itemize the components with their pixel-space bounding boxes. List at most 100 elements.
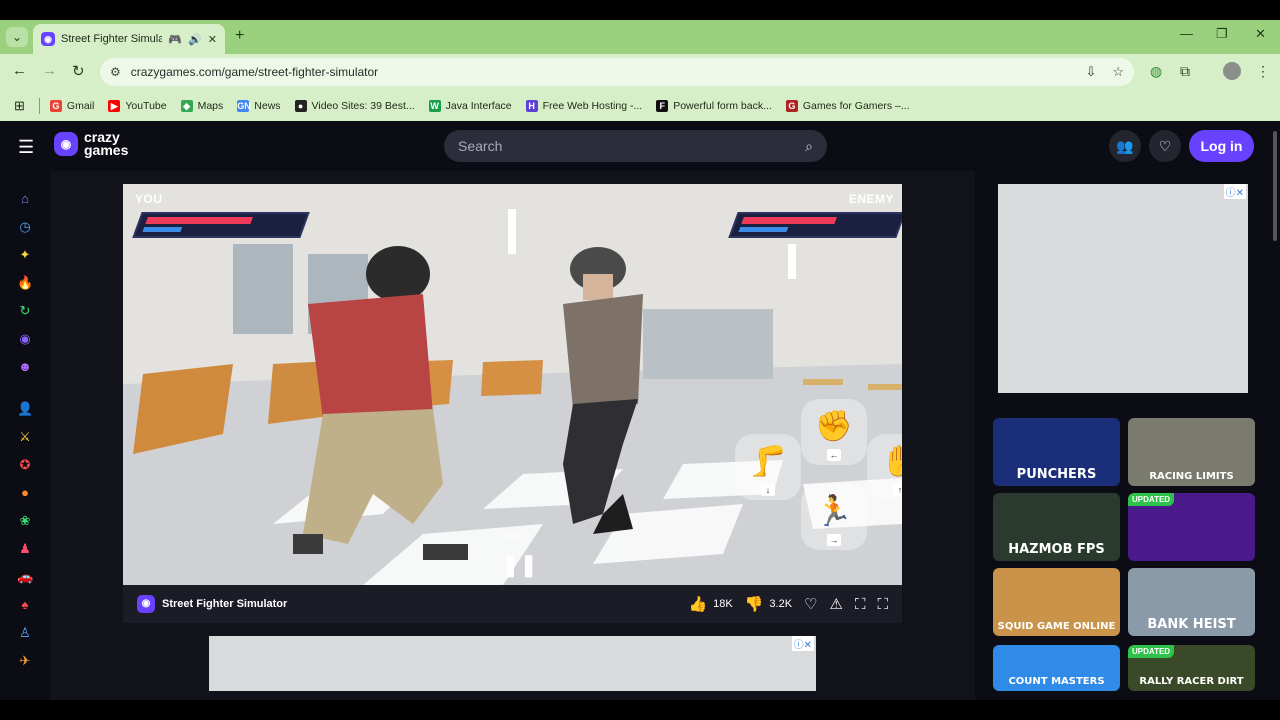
game-title: Street Fighter Simulator xyxy=(162,598,288,610)
bookmark-favicon-icon: ▶ xyxy=(108,99,121,112)
bookmark-item[interactable]: G Gmail xyxy=(49,99,94,112)
minimize-icon[interactable]: — xyxy=(1180,26,1193,41)
close-window-icon[interactable]: ✕ xyxy=(1255,26,1266,42)
game-canvas[interactable]: YOU ENEMY 🦵 ↓ ✊ ← ✋ ↑ 🏃 → TAB ❚❚ xyxy=(123,184,902,585)
player-health-fill xyxy=(145,217,253,224)
apps-grid-icon[interactable]: ⊞ xyxy=(14,98,25,114)
bookmark-favicon-icon: G xyxy=(49,99,62,112)
thumbnail-title: RACING LIMITS xyxy=(1149,471,1234,482)
new-sparkle-icon[interactable]: ✦ xyxy=(17,247,33,263)
car-icon[interactable]: 🚗 xyxy=(17,569,33,585)
recent-clock-icon[interactable]: ◷ xyxy=(17,219,33,235)
thumbnail-title: SQUID GAME ONLINE xyxy=(997,621,1116,632)
fullscreen-icon[interactable]: ⛶ xyxy=(877,596,888,613)
bookmark-item[interactable]: ◆ Maps xyxy=(180,99,224,112)
kick-control-button[interactable]: 🦵 ↓ xyxy=(735,434,801,500)
report-icon[interactable]: ⚠ xyxy=(830,595,843,613)
two-player-icon[interactable]: 👤 xyxy=(17,401,33,417)
thumbnail-title: BANK HEIST xyxy=(1147,617,1236,632)
logo-text-games: games xyxy=(84,142,129,158)
crazygames-logo[interactable]: ◉ crazy games xyxy=(54,130,129,158)
game-thumbnail[interactable]: UPDATED RALLY RACER DIRT xyxy=(1128,645,1255,691)
tab-search-menu-button[interactable]: ⌄ xyxy=(6,27,28,47)
menu-hamburger-icon[interactable]: ☰ xyxy=(18,137,34,158)
casual-icon[interactable]: ♙ xyxy=(17,625,33,641)
trending-fire-icon[interactable]: 🔥 xyxy=(17,275,33,291)
bookmark-item[interactable]: GN News xyxy=(237,99,281,112)
beauty-icon[interactable]: ❀ xyxy=(17,513,33,529)
ad-choices-icon[interactable]: ⓘ✕ xyxy=(791,636,814,651)
game-thumbnail[interactable]: PUNCHERS xyxy=(993,418,1120,486)
bottom-advertisement[interactable]: ⓘ✕ xyxy=(209,636,816,691)
search-icon[interactable]: ⌕ xyxy=(805,138,813,155)
dodge-control-button[interactable]: 🏃 → xyxy=(801,484,867,550)
game-thumbnail[interactable]: COUNT MASTERS xyxy=(993,645,1120,691)
game-thumbnail[interactable]: BANK HEIST xyxy=(1128,568,1255,636)
login-button[interactable]: Log in xyxy=(1189,130,1254,162)
restore-icon[interactable]: ❐ xyxy=(1216,26,1228,42)
home-icon[interactable]: ⌂ xyxy=(17,191,33,207)
extension-icon[interactable]: ◍ xyxy=(1150,63,1162,80)
profile-avatar[interactable] xyxy=(1223,62,1241,80)
favorite-heart-icon[interactable]: ♡ xyxy=(804,595,817,613)
crazygames-favicon-icon: ◉ xyxy=(41,32,55,46)
multiplayer-icon[interactable]: ☻ xyxy=(17,359,33,375)
bookmark-item[interactable]: ▶ YouTube xyxy=(108,99,167,112)
browser-chrome: ⌄ ◉ Street Fighter Simulator 🎮 🔊 ✕ + — ❐… xyxy=(0,20,1280,121)
shooting-icon[interactable]: ✈ xyxy=(17,653,33,669)
dislike-button[interactable]: 👎 3.2K xyxy=(745,595,792,613)
crazygames-page: ☰ ◉ crazy games Search ⌕ 👥 ♡ Log in ⌂ ◷ ✦… xyxy=(0,121,1280,700)
bike-icon[interactable]: ♟ xyxy=(17,541,33,557)
bookmark-item[interactable]: ● Video Sites: 39 Best... xyxy=(294,99,415,112)
bookmarks-divider xyxy=(38,97,40,114)
action-sword-icon[interactable]: ⚔ xyxy=(17,429,33,445)
like-button[interactable]: 👍 18K xyxy=(688,595,732,613)
right-advertisement[interactable]: ⓘ✕ xyxy=(998,184,1248,393)
scrollbar-thumb[interactable] xyxy=(1273,131,1277,241)
basketball-icon[interactable]: ● xyxy=(17,485,33,501)
grab-control-button[interactable]: ✋ ↑ xyxy=(867,434,902,500)
back-icon[interactable]: ← xyxy=(12,62,27,79)
punch-control-button[interactable]: ✊ ← xyxy=(801,399,867,465)
bookmark-item[interactable]: H Free Web Hosting -... xyxy=(525,99,642,112)
enemy-health-bar xyxy=(728,212,902,238)
reload-icon[interactable]: ↻ xyxy=(72,62,85,80)
new-tab-button[interactable]: + xyxy=(235,27,244,45)
address-bar[interactable]: ⚙ crazygames.com/game/street-fighter-sim… xyxy=(100,58,1134,86)
bookmark-item[interactable]: F Powerful form back... xyxy=(656,99,772,112)
page-scrollbar[interactable] xyxy=(1270,121,1280,700)
bookmark-star-icon[interactable]: ☆ xyxy=(1112,64,1124,80)
bookmark-label: YouTube xyxy=(125,99,167,112)
bookmark-label: Maps xyxy=(197,99,224,112)
pause-icon[interactable]: ❚❚ xyxy=(501,552,538,578)
dislike-count: 3.2K xyxy=(769,598,793,610)
card-icon[interactable]: ♠ xyxy=(17,597,33,613)
updated-refresh-icon[interactable]: ↻ xyxy=(17,303,33,319)
friends-icon[interactable]: 👥 xyxy=(1109,130,1141,162)
extensions-puzzle-icon[interactable]: ⧉ xyxy=(1180,63,1190,80)
adventure-compass-icon[interactable]: ✪ xyxy=(17,457,33,473)
browser-tab-active[interactable]: ◉ Street Fighter Simulator 🎮 🔊 ✕ xyxy=(33,24,225,54)
search-input[interactable]: Search ⌕ xyxy=(444,130,827,162)
originals-icon[interactable]: ◉ xyxy=(17,331,33,347)
game-thumbnail[interactable]: SQUID GAME ONLINE xyxy=(993,568,1120,636)
ad-choices-right-icon[interactable]: ⓘ✕ xyxy=(1223,184,1246,199)
game-thumbnail[interactable]: RACING LIMITS xyxy=(1128,418,1255,486)
bookmark-label: Games for Gamers –... xyxy=(802,99,910,112)
game-thumbnail[interactable]: HAZMOB FPS xyxy=(993,493,1120,561)
bookmark-item[interactable]: W Java Interface xyxy=(428,99,512,112)
theater-mode-icon[interactable]: ⛶ xyxy=(855,596,866,613)
tab-strip: ⌄ ◉ Street Fighter Simulator 🎮 🔊 ✕ + — ❐… xyxy=(0,20,1280,54)
category-sidebar: ⌂ ◷ ✦ 🔥 ↻ ◉ ☻ 👤 ⚔ ✪ ● ❀ ♟ 🚗 ♠ ♙ ✈ xyxy=(0,171,50,700)
bookmark-item[interactable]: G Games for Gamers –... xyxy=(785,99,910,112)
game-logo-icon: ◉ xyxy=(137,595,155,613)
site-info-icon[interactable]: ⚙ xyxy=(110,65,121,79)
install-app-icon[interactable]: ⇩ xyxy=(1085,64,1096,80)
favorites-heart-icon[interactable]: ♡ xyxy=(1149,130,1181,162)
forward-icon[interactable]: → xyxy=(42,62,57,79)
bookmark-favicon-icon: G xyxy=(785,99,798,112)
close-tab-icon[interactable]: ✕ xyxy=(208,33,217,46)
game-thumbnail[interactable]: UPDATED xyxy=(1128,493,1255,561)
more-menu-icon[interactable]: ⋮ xyxy=(1256,63,1270,80)
speaker-icon[interactable]: 🔊 xyxy=(188,33,202,46)
